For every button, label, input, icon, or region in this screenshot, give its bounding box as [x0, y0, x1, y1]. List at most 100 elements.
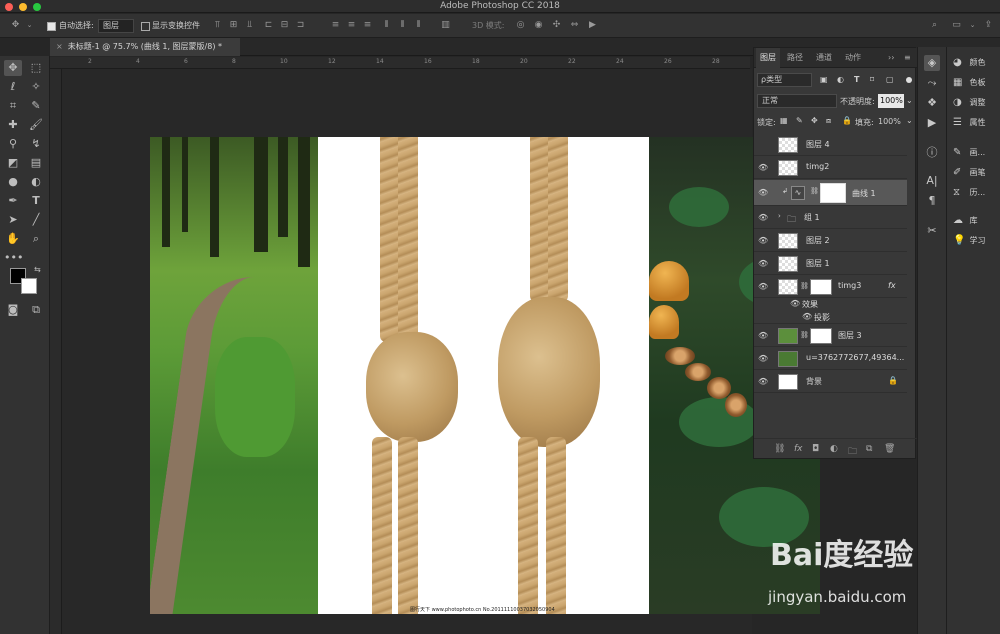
filter-pixel-icon[interactable]: ▣ [820, 75, 828, 84]
line-tool-icon[interactable]: ╱ [27, 212, 45, 228]
layer-mask-thumbnail[interactable] [810, 279, 832, 295]
lock-pixels-icon[interactable]: ✎ [796, 116, 803, 125]
3d-scale-icon[interactable]: ▶ [587, 20, 598, 31]
layer-row[interactable]: 👁 › 🗀 组 1 [754, 207, 907, 229]
eye-icon[interactable]: 👁 [758, 236, 768, 245]
blend-mode-dropdown[interactable]: 正常 [757, 94, 837, 108]
brush-tool-icon[interactable]: 🖌 [27, 117, 45, 133]
fill-input[interactable]: 100% [878, 117, 901, 126]
document-tab[interactable]: × 未标题-1 @ 75.7% (曲线 1, 图层蒙版/8) * [50, 38, 240, 56]
gradient-tool-icon[interactable]: ▤ [27, 155, 45, 171]
marquee-tool-icon[interactable]: ⬚ [27, 60, 45, 76]
layer-row[interactable]: 👁 timg2 [754, 157, 907, 179]
move-tool-icon[interactable]: ✥ [4, 60, 22, 76]
align-bottom-icon[interactable]: ⫫ [244, 20, 255, 31]
collapse-icon[interactable]: ›› [888, 48, 894, 68]
blur-tool-icon[interactable]: ● [4, 174, 22, 190]
filter-smart-object-icon[interactable]: ▢ [886, 75, 894, 84]
layer-name[interactable]: timg2 [806, 162, 829, 171]
layer-name[interactable]: 图层 3 [838, 330, 862, 341]
eye-icon[interactable]: 👁 [758, 188, 768, 197]
eye-icon[interactable]: 👁 [758, 377, 768, 386]
more-tools-icon[interactable]: ••• [4, 250, 23, 266]
tab-layers[interactable]: 图层 [756, 48, 780, 68]
lock-all-icon[interactable]: 🔒 [842, 116, 852, 125]
eye-icon[interactable]: 👁 [758, 331, 768, 340]
align-vcenter-icon[interactable]: ⊞ [228, 20, 239, 31]
show-transform-checkbox[interactable] [141, 22, 150, 31]
eye-icon[interactable]: 👁 [758, 163, 768, 172]
paragraph-icon[interactable]: ¶ [924, 193, 940, 209]
distribute-top-icon[interactable]: ≡ [330, 20, 341, 31]
background-color-swatch[interactable] [21, 278, 37, 294]
link-icon[interactable]: ⛓ [810, 187, 819, 195]
opacity-input[interactable]: 100% [878, 94, 904, 108]
auto-select-dropdown[interactable]: 图层 [98, 19, 134, 33]
new-group-icon[interactable]: 🗀 [848, 444, 857, 460]
layer-name[interactable]: 图层 4 [806, 139, 830, 150]
tab-actions[interactable]: 动作 [845, 48, 861, 68]
layer-row[interactable]: 👁 ⛓ timg3 fx [754, 276, 907, 298]
new-layer-icon[interactable]: ⧉ [866, 444, 872, 454]
layers-icon[interactable]: ◈ [924, 55, 940, 71]
panel-adjustments[interactable]: ◑ 调整 [953, 95, 986, 111]
panel-history[interactable]: ⧖ 历... [953, 185, 985, 201]
path-selection-icon[interactable]: ➤ [4, 212, 22, 228]
layer-name[interactable]: timg3 [838, 281, 861, 290]
info-icon[interactable]: ⓘ [924, 145, 940, 161]
close-tab-icon[interactable]: × [56, 42, 63, 51]
distribute-hcenter-icon[interactable]: ⦀ [397, 20, 408, 31]
lock-transparent-icon[interactable]: ▦ [780, 116, 788, 125]
healing-brush-icon[interactable]: ✚ [4, 117, 22, 133]
link-icon[interactable]: ⛓ [800, 331, 809, 339]
lock-artboard-icon[interactable]: ⧈ [826, 116, 831, 126]
new-adjustment-icon[interactable]: ◐ [830, 444, 838, 454]
layer-name[interactable]: 背景 [806, 376, 822, 387]
workspace-icon[interactable]: ▭ [951, 20, 962, 31]
distribute-bottom-icon[interactable]: ≡ [362, 20, 373, 31]
channels-icon[interactable]: ❖ [924, 95, 940, 111]
chevron-down-icon[interactable]: ⌄ [24, 20, 35, 31]
3d-roll-icon[interactable]: ◉ [533, 20, 544, 31]
character-icon[interactable]: A| [924, 173, 940, 189]
eye-icon[interactable]: 👁 [758, 354, 768, 363]
panel-color[interactable]: ◕ 颜色 [953, 55, 986, 71]
chevron-down-icon[interactable]: ⌄ [906, 116, 913, 125]
crop-tool-icon[interactable]: ⌗ [4, 98, 22, 114]
lock-position-icon[interactable]: ✥ [811, 116, 818, 125]
layer-effects-row[interactable]: 👁 效果 [754, 298, 907, 311]
layer-effect-row[interactable]: 👁 投影 [754, 311, 907, 324]
type-tool-icon[interactable]: T [27, 193, 45, 209]
magic-wand-icon[interactable]: ✧ [27, 79, 45, 95]
panel-brush-settings[interactable]: ✐ 画笔 [953, 165, 986, 181]
panel-menu-icon[interactable]: ≡ [904, 48, 911, 68]
tool-presets-icon[interactable]: ✂ [924, 223, 940, 239]
delete-layer-icon[interactable]: 🗑 [884, 444, 895, 454]
layer-row-selected[interactable]: 👁 ↲ ∿ ⛓ 曲线 1 [754, 180, 907, 206]
panel-learn[interactable]: 💡 学习 [953, 233, 986, 249]
link-layers-icon[interactable]: ⛓ [774, 444, 785, 454]
3d-rotate-icon[interactable]: ◎ [515, 20, 526, 31]
auto-align-icon[interactable]: ▥ [440, 20, 451, 31]
layer-name[interactable]: u=3762772677,49364... [806, 353, 904, 362]
align-top-icon[interactable]: ⫪ [212, 20, 223, 31]
layer-row[interactable]: 👁 u=3762772677,49364... [754, 348, 907, 370]
lasso-tool-icon[interactable]: ℓ [4, 79, 22, 95]
screen-mode-icon[interactable]: ⧉ [27, 302, 45, 318]
distribute-vcenter-icon[interactable]: ≡ [346, 20, 357, 31]
eye-icon[interactable]: 👁 [802, 312, 812, 321]
distribute-left-icon[interactable]: ⦀ [381, 20, 392, 31]
layer-mask-thumbnail[interactable] [820, 183, 846, 203]
search-icon[interactable]: ⌕ [929, 20, 940, 31]
actions-play-icon[interactable]: ▶ [924, 115, 940, 131]
chevron-down-icon[interactable]: ⌄ [906, 96, 913, 105]
dodge-tool-icon[interactable]: ◐ [27, 174, 45, 190]
filter-toggle-icon[interactable] [906, 77, 912, 83]
quick-mask-icon[interactable]: ◙ [4, 302, 22, 318]
layer-row[interactable]: 👁 ⛓ 图层 3 [754, 325, 907, 347]
panel-swatches[interactable]: ▦ 色板 [953, 75, 986, 91]
eraser-tool-icon[interactable]: ◩ [4, 155, 22, 171]
chevron-down-icon[interactable]: ⌄ [967, 20, 978, 31]
filter-adjustment-icon[interactable]: ◐ [837, 75, 844, 84]
eye-icon[interactable]: 👁 [790, 299, 800, 308]
